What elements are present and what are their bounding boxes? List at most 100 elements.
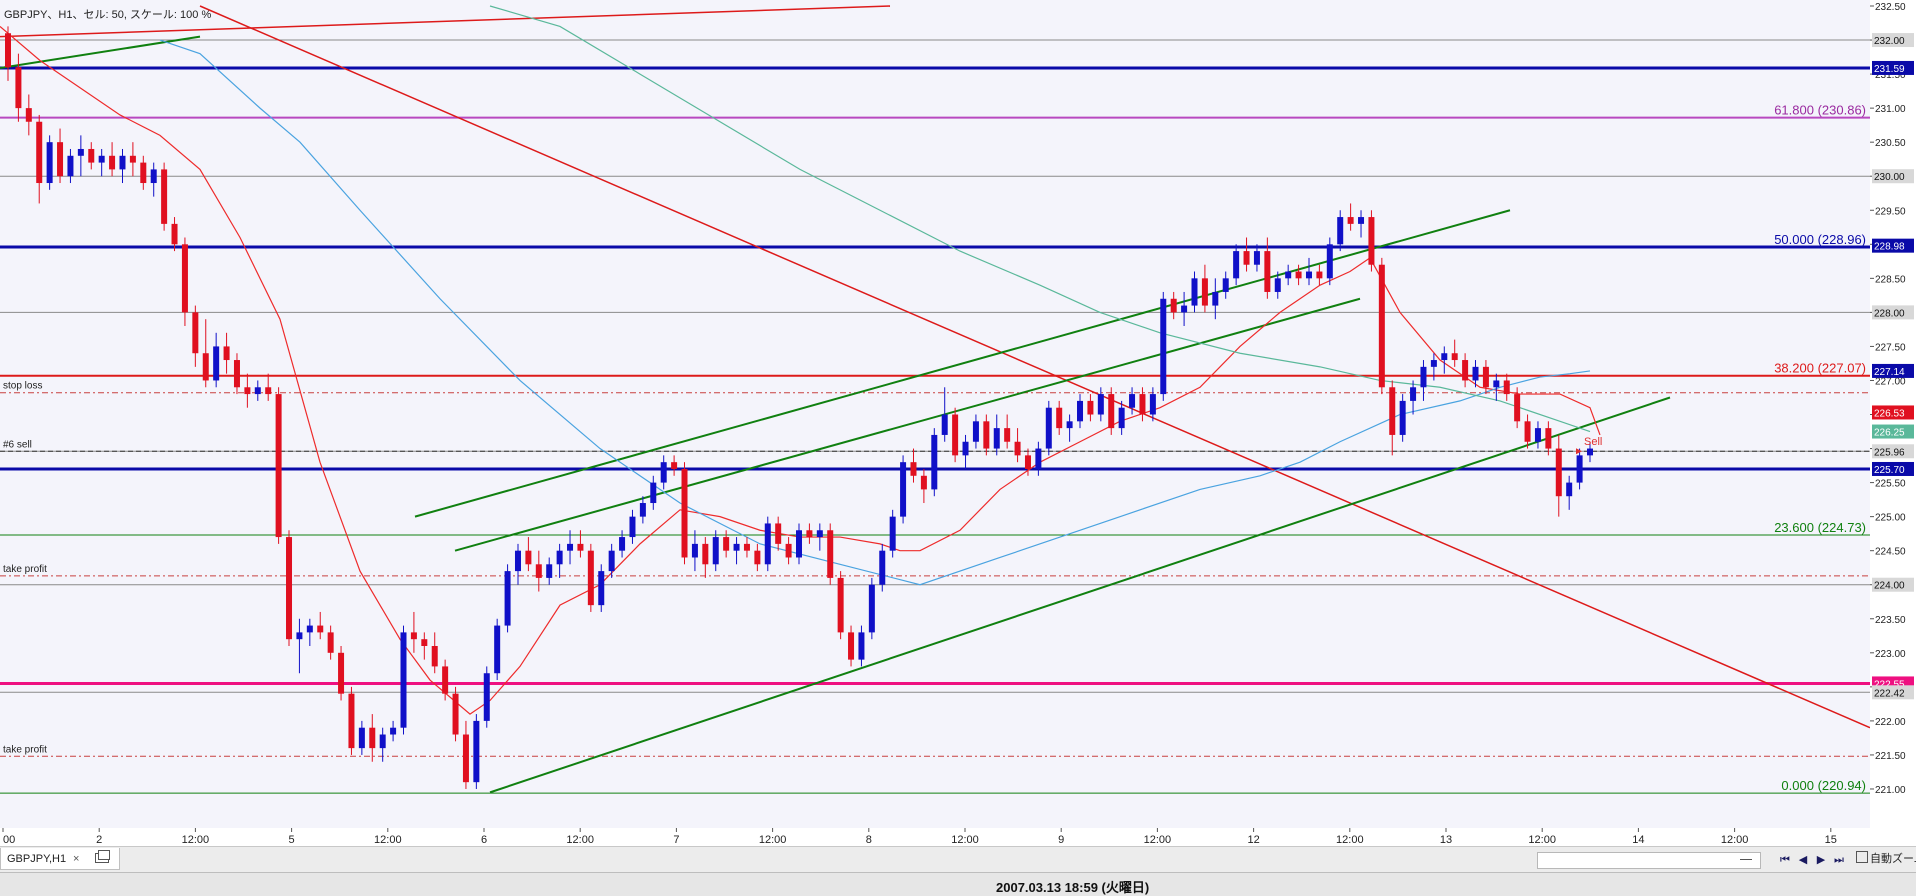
candle-body [1264,251,1271,292]
candle-body [233,360,240,388]
take-profit-label: take profit [3,744,47,755]
candle-body [5,33,11,68]
prev-icon[interactable]: ◀ [1796,853,1810,867]
y-tick-label: 221.00 [1875,785,1906,796]
candle-body [764,523,771,565]
candle-body [1160,298,1167,395]
candle-body [660,462,667,483]
candle-body [1482,366,1489,388]
chart-tab[interactable]: GBPJPY,H1 × [0,848,120,870]
y-tick-label: 227.00 [1875,376,1906,387]
price-tag-label: 230.00 [1874,172,1905,183]
sell-marker-label: Sell [1584,436,1602,448]
candle-body [1108,394,1115,429]
y-tick-label: 225.00 [1875,513,1906,524]
y-tick-label: 232.50 [1875,2,1906,13]
candle-body [941,414,948,435]
candle-body [1253,251,1260,265]
x-tick-label: 8 [866,834,872,846]
y-tick-label: 228.50 [1875,274,1906,285]
x-tick-label: 00 [3,834,15,846]
candle-body [98,155,105,163]
candle-body [556,550,563,565]
candle-body [77,148,84,156]
candle-body [1212,291,1219,306]
y-tick-label: 225.50 [1875,479,1906,490]
candle-body [567,543,574,551]
sell-arrow-icon [1576,448,1582,455]
candle-body [712,537,719,565]
candle-body [598,571,605,606]
candle-body [1347,217,1354,224]
candle-body [1181,305,1188,313]
candle-body [161,169,168,224]
candle-body [265,387,272,395]
chart-scrollbar[interactable] [1537,852,1761,869]
candle-body [452,693,459,735]
candle-body [494,625,501,674]
first-icon[interactable]: ⏮ [1778,853,1792,867]
x-tick-label: 12:00 [374,834,402,846]
window-icon[interactable] [95,850,110,863]
candle-body [1503,380,1510,395]
candle-body [858,632,865,660]
candle-body [796,530,802,558]
candle-body [1399,400,1406,435]
status-bar: 2007.03.13 18:59 (火曜日) [0,872,1916,896]
candle-body [931,434,938,490]
candle-body [1139,394,1146,415]
x-tick-label: 9 [1058,834,1064,846]
candle-body [1066,421,1073,429]
candle-body [421,639,428,646]
price-axis[interactable]: 232.50232.00231.50231.00230.50230.00229.… [1870,0,1916,860]
trendline [414,209,1511,518]
candle-body [223,346,230,361]
moving-average-line [0,25,1601,715]
candle-body [202,353,209,381]
fib-label: 38.200 (227.07) [1774,361,1866,376]
candle-body [1014,441,1021,456]
next-icon[interactable]: ▶ [1814,853,1828,867]
price-tag-label: 228.00 [1874,308,1905,319]
candle-body [754,550,761,565]
candle-body [848,632,855,660]
candle-body [1576,455,1583,483]
chart-plot-area[interactable]: 61.800 (230.86) 50.000 (228.96) 38.200 (22… [0,0,1871,829]
candle-body [25,108,32,122]
y-tick-label: 229.50 [1875,206,1906,217]
x-tick-label: 12:00 [1721,834,1749,846]
candle-body [410,632,417,640]
candle-body [1024,455,1031,469]
checkbox-icon [1856,851,1868,863]
scrollbar-thumb[interactable] [1740,859,1752,860]
candle-body [338,652,345,694]
candle-body [1274,278,1281,292]
close-icon[interactable]: × [73,848,79,870]
price-axis-labels: 232.50232.00231.50231.00230.50230.00229.… [1870,2,1914,796]
time-axis[interactable]: 00 2 12:00 5 12:00 6 12:00 7 12:00 8 12:00 9 12:00 12… [0,828,1870,846]
candle-body [608,550,615,572]
y-tick-label: 222.00 [1875,717,1906,728]
y-tick-label: 224.50 [1875,547,1906,558]
chart-tab-label: GBPJPY,H1 [7,853,67,865]
auto-zoom-checkbox[interactable]: 自動ズーム [1856,851,1916,868]
candle-body [743,543,750,551]
x-tick-label: 12:00 [182,834,210,846]
candle-body [806,530,813,538]
x-tick-label: 2 [96,834,102,846]
candle-body [1337,217,1344,245]
candle-body [400,632,407,728]
candle-body [286,537,293,640]
candle-body [1056,407,1063,429]
bottom-toolbar: GBPJPY,H1 × ⏮ ◀ ▶ ⏭ 自動ズーム [0,846,1916,873]
candle-body [1118,407,1125,429]
candle-body [1087,400,1094,415]
candle-body [213,346,220,381]
last-icon[interactable]: ⏭ [1832,853,1846,867]
y-tick-label: 223.00 [1875,649,1906,660]
candle-body [983,421,990,449]
candle-body [1441,353,1448,361]
x-tick-label: 12 [1247,834,1259,846]
candle-body [1358,217,1365,224]
price-tag-label: 224.00 [1874,581,1905,592]
